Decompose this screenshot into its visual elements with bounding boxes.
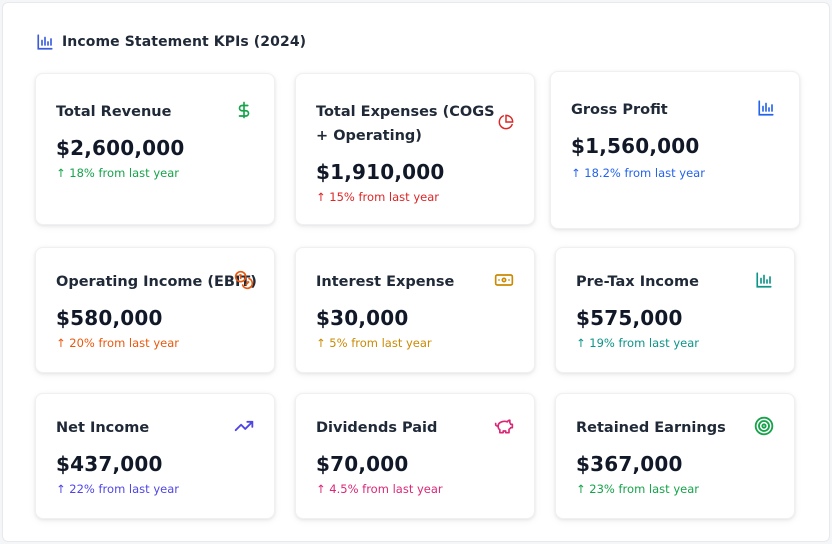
kpi-title: Dividends Paid <box>316 420 438 436</box>
kpi-title: Total Expenses (COGS + Operating) <box>316 104 495 144</box>
kpi-change: ↑ 15% from last year <box>316 190 439 204</box>
kpi-card-pre-tax-income[interactable]: Pre-Tax Income $575,000 ↑ 19% from last … <box>555 247 795 373</box>
kpi-change: ↑ 18% from last year <box>56 166 179 180</box>
kpi-card-interest-expense[interactable]: Interest Expense $30,000 ↑ 5% from last … <box>295 247 535 373</box>
kpi-change: ↑ 22% from last year <box>56 482 179 496</box>
kpi-title: Total Revenue <box>56 104 172 120</box>
kpi-value: $437,000 <box>56 452 163 476</box>
kpi-card-total-revenue[interactable]: Total Revenue $2,600,000 ↑ 18% from last… <box>35 73 275 225</box>
kpi-change: ↑ 19% from last year <box>576 336 699 350</box>
kpi-title: Gross Profit <box>571 102 668 118</box>
panel-header: Income Statement KPIs (2024) <box>36 33 306 51</box>
kpi-card-operating-income[interactable]: Operating Income (EBIT) $580,000 ↑ 20% f… <box>35 247 275 373</box>
kpi-value: $2,600,000 <box>56 136 185 160</box>
kpi-title: Pre-Tax Income <box>576 274 699 290</box>
kpi-card-retained-earnings[interactable]: Retained Earnings $367,000 ↑ 23% from la… <box>555 393 795 519</box>
dollar-icon <box>234 100 254 120</box>
kpi-value: $575,000 <box>576 306 683 330</box>
kpi-title: Net Income <box>56 420 150 436</box>
kpi-value: $1,910,000 <box>316 160 445 184</box>
kpi-change: ↑ 20% from last year <box>56 336 179 350</box>
kpi-value: $1,560,000 <box>571 134 700 158</box>
kpi-change: ↑ 18.2% from last year <box>571 166 705 180</box>
target-icon <box>754 416 774 436</box>
kpi-title: Interest Expense <box>316 274 455 290</box>
kpi-value: $367,000 <box>576 452 683 476</box>
pie-chart-icon <box>496 112 516 132</box>
kpi-title: Retained Earnings <box>576 420 726 436</box>
page-title: Income Statement KPIs (2024) <box>62 34 307 50</box>
bar-chart-icon <box>754 270 774 290</box>
kpi-card-gross-profit[interactable]: Gross Profit $1,560,000 ↑ 18.2% from las… <box>550 71 800 229</box>
trending-up-icon <box>234 416 254 436</box>
kpi-change: ↑ 5% from last year <box>316 336 432 350</box>
coins-icon <box>234 270 254 290</box>
banknote-icon <box>494 270 514 290</box>
kpi-card-total-expenses[interactable]: Total Expenses (COGS + Operating) $1,910… <box>295 73 535 225</box>
kpi-card-dividends-paid[interactable]: Dividends Paid $70,000 ↑ 4.5% from last … <box>295 393 535 519</box>
kpi-card-net-income[interactable]: Net Income $437,000 ↑ 22% from last year <box>35 393 275 519</box>
kpi-change: ↑ 23% from last year <box>576 482 699 496</box>
kpi-title: Operating Income (EBIT) <box>56 274 257 290</box>
kpi-panel: Income Statement KPIs (2024) Total Reven… <box>2 2 830 542</box>
piggy-bank-icon <box>494 416 514 436</box>
bar-chart-icon <box>756 98 776 118</box>
kpi-value: $580,000 <box>56 306 163 330</box>
kpi-value: $70,000 <box>316 452 409 476</box>
kpi-value: $30,000 <box>316 306 409 330</box>
bar-chart-icon <box>36 33 54 51</box>
kpi-change: ↑ 4.5% from last year <box>316 482 443 496</box>
